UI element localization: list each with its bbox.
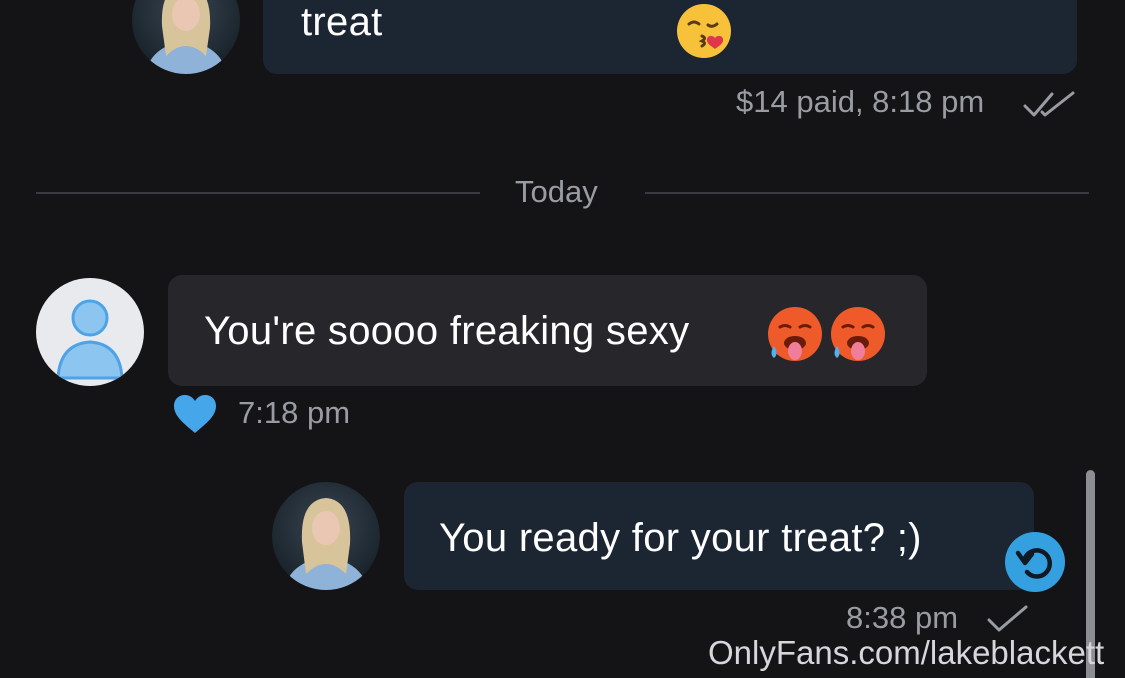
message-bubble-top[interactable]: treat (263, 0, 1077, 74)
kiss-face-emoji (675, 2, 733, 65)
date-divider-label: Today (515, 174, 598, 209)
undo-arrow-icon (1015, 548, 1053, 579)
default-user-avatar[interactable] (36, 278, 144, 386)
chat-screen: treat $14 paid, 8:18 pm Today You're soo… (0, 0, 1125, 678)
message-time-outgoing: 8:38 pm (846, 600, 959, 635)
profile-photo-icon (146, 0, 226, 74)
sender-avatar-top[interactable] (132, 0, 240, 74)
divider-line-right (645, 192, 1089, 194)
message-meta-top: $14 paid, 8:18 pm (736, 84, 984, 120)
message-text-incoming: You're soooo freaking sexy (204, 309, 690, 353)
message-text-top: treat (301, 0, 383, 44)
message-text-outgoing: You ready for your treat? ;) (439, 516, 922, 560)
reply-button[interactable] (1005, 532, 1065, 592)
heart-icon[interactable] (172, 393, 218, 440)
message-bubble-incoming[interactable]: You're soooo freaking sexy (168, 275, 927, 386)
hot-face-emoji (828, 304, 888, 369)
price-time-label: $14 paid, 8:18 pm (736, 84, 985, 119)
double-check-icon (1022, 90, 1078, 120)
message-bubble-outgoing[interactable]: You ready for your treat? ;) (404, 482, 1034, 590)
message-time-incoming: 7:18 pm (238, 395, 351, 430)
hot-face-emoji (765, 304, 825, 369)
sender-avatar[interactable] (272, 482, 380, 590)
divider-line-left (36, 192, 480, 194)
profile-photo-icon (284, 498, 368, 590)
single-check-icon (986, 604, 1032, 634)
watermark-text: OnlyFans.com/lakeblackett (708, 634, 1105, 671)
user-silhouette-icon (56, 299, 124, 380)
